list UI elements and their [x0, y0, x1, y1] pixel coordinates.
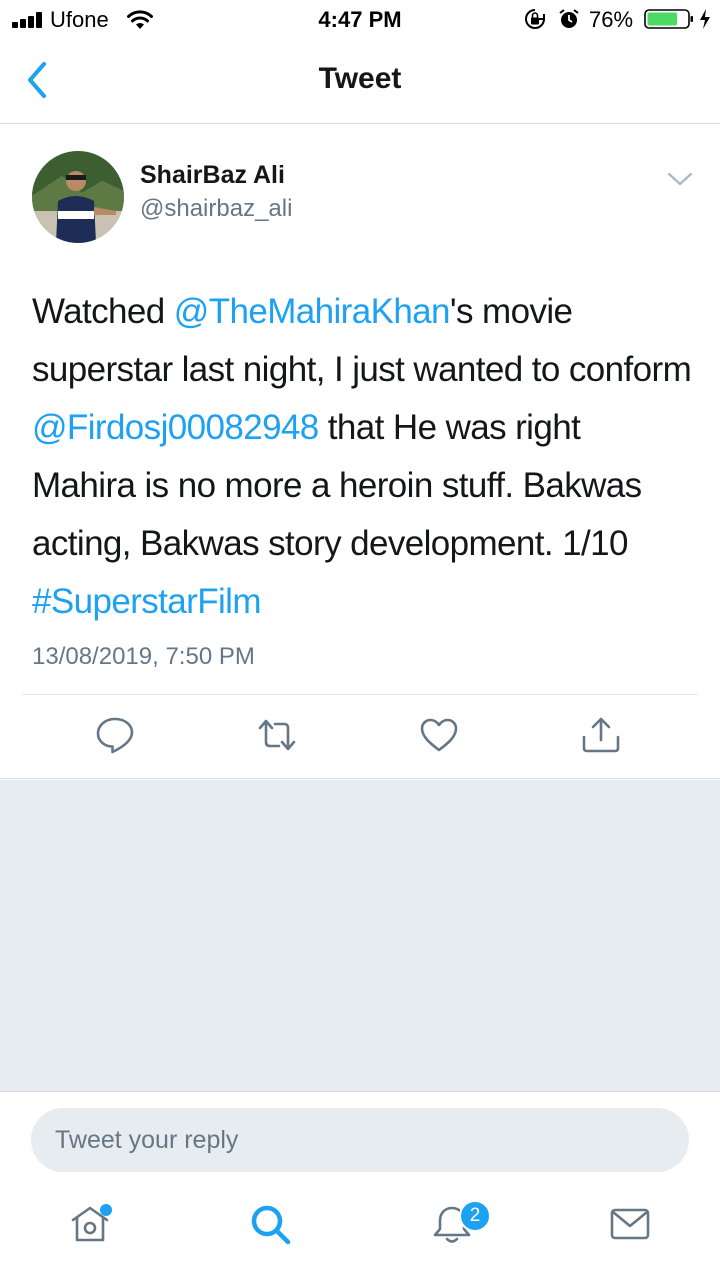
battery-percentage: 76%: [589, 7, 634, 32]
reply-input[interactable]: Tweet your reply: [31, 1108, 689, 1172]
share-icon[interactable]: [581, 715, 621, 755]
divider: [22, 694, 698, 695]
charging-bolt-icon: [700, 9, 710, 29]
reply-bar: Tweet your reply: [0, 1091, 720, 1188]
page-title: Tweet: [318, 62, 402, 95]
tweet-text: Watched @TheMahiraKhan's movie superstar…: [32, 283, 692, 631]
search-icon[interactable]: [248, 1202, 292, 1246]
hashtag-link[interactable]: #SuperstarFilm: [32, 582, 262, 621]
empty-replies-area: [0, 780, 720, 1091]
tweet-text-part: Watched: [32, 292, 174, 331]
user-handle[interactable]: @shairbaz_ali: [140, 195, 292, 223]
retweet-icon[interactable]: [257, 715, 297, 755]
home-new-dot: [100, 1204, 112, 1216]
tweet-timestamp: 13/08/2019, 7:50 PM: [32, 643, 255, 670]
nav-header: Tweet: [0, 40, 720, 124]
status-bar: Ufone 4:47 PM 76%: [0, 0, 720, 40]
like-icon[interactable]: [419, 715, 459, 755]
tab-bar: 2: [0, 1188, 720, 1280]
notifications-badge: 2: [459, 1200, 491, 1232]
alarm-icon: [559, 9, 579, 28]
mention-link[interactable]: @Firdosj00082948: [32, 408, 319, 447]
messages-icon[interactable]: [608, 1202, 652, 1246]
avatar[interactable]: [32, 151, 124, 243]
display-name[interactable]: ShairBaz Ali: [140, 161, 285, 190]
battery-icon: [644, 9, 693, 29]
mention-link[interactable]: @TheMahiraKhan: [174, 292, 451, 331]
reply-icon[interactable]: [95, 715, 135, 755]
chevron-down-icon[interactable]: [664, 165, 696, 193]
tweet-detail: ShairBaz Ali @shairbaz_ali Watched @TheM…: [0, 125, 720, 779]
rotation-lock-icon: [525, 9, 545, 29]
